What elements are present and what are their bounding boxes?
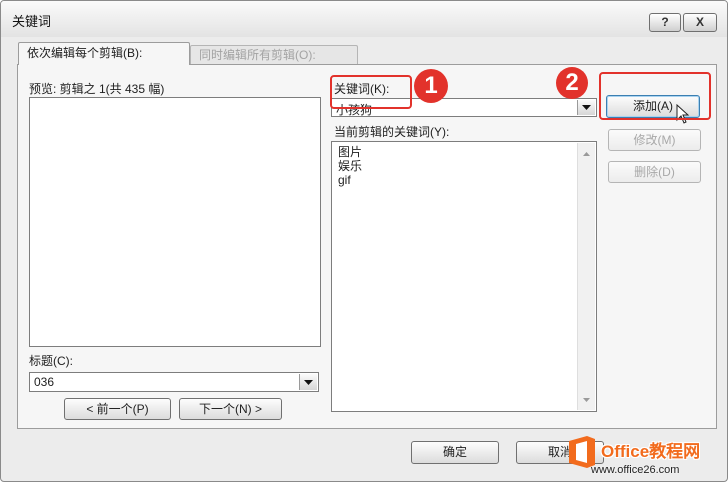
- list-item[interactable]: 图片: [338, 145, 362, 159]
- current-keywords-listbox[interactable]: 图片 娱乐 gif: [331, 141, 597, 412]
- watermark-brand: Office教程网: [601, 442, 701, 461]
- modify-keyword-button[interactable]: 修改(M): [608, 129, 701, 151]
- ok-button[interactable]: 确定: [411, 441, 499, 464]
- caption-value: 036: [34, 375, 55, 389]
- annotation-step-2: 2: [556, 67, 588, 99]
- scroll-down-arrow-icon[interactable]: [578, 391, 595, 408]
- annotation-step-1: 1: [414, 69, 448, 103]
- list-item[interactable]: 娱乐: [338, 159, 362, 173]
- tab-edit-all-clips[interactable]: 同时编辑所有剪辑(O):: [190, 45, 358, 64]
- preview-label: 预览: 剪辑之 1(共 435 幅): [29, 82, 165, 96]
- keyword-dropdown-button[interactable]: [577, 100, 595, 115]
- current-keywords-label: 当前剪辑的关键词(Y):: [334, 125, 450, 139]
- caption-label: 标题(C):: [29, 354, 73, 368]
- keywords-dialog: 关键词 ? X 依次编辑每个剪辑(B): 同时编辑所有剪辑(O): 预览: 剪辑…: [0, 0, 728, 482]
- help-button[interactable]: ?: [649, 13, 681, 32]
- chevron-down-icon: [582, 105, 591, 110]
- scroll-up-arrow-icon[interactable]: [578, 145, 595, 162]
- caption-dropdown-button[interactable]: [299, 374, 317, 390]
- dialog-title: 关键词: [12, 14, 52, 29]
- watermark-url: www.office26.com: [591, 464, 680, 476]
- listbox-scrollbar[interactable]: [577, 143, 595, 410]
- list-item[interactable]: gif: [338, 173, 351, 187]
- tab-edit-each-clip[interactable]: 依次编辑每个剪辑(B):: [18, 42, 190, 65]
- delete-keyword-button[interactable]: 删除(D): [608, 161, 701, 183]
- title-bar: 关键词 ? X: [1, 1, 727, 37]
- close-button[interactable]: X: [683, 13, 717, 32]
- annotation-box-add: [599, 72, 711, 120]
- next-clip-button[interactable]: 下一个(N) >: [179, 398, 282, 420]
- caption-combobox[interactable]: 036: [29, 372, 319, 392]
- preview-box: [29, 97, 321, 347]
- chevron-down-icon: [304, 379, 313, 385]
- annotation-box-keyword: [330, 75, 412, 109]
- previous-clip-button[interactable]: < 前一个(P): [64, 398, 171, 420]
